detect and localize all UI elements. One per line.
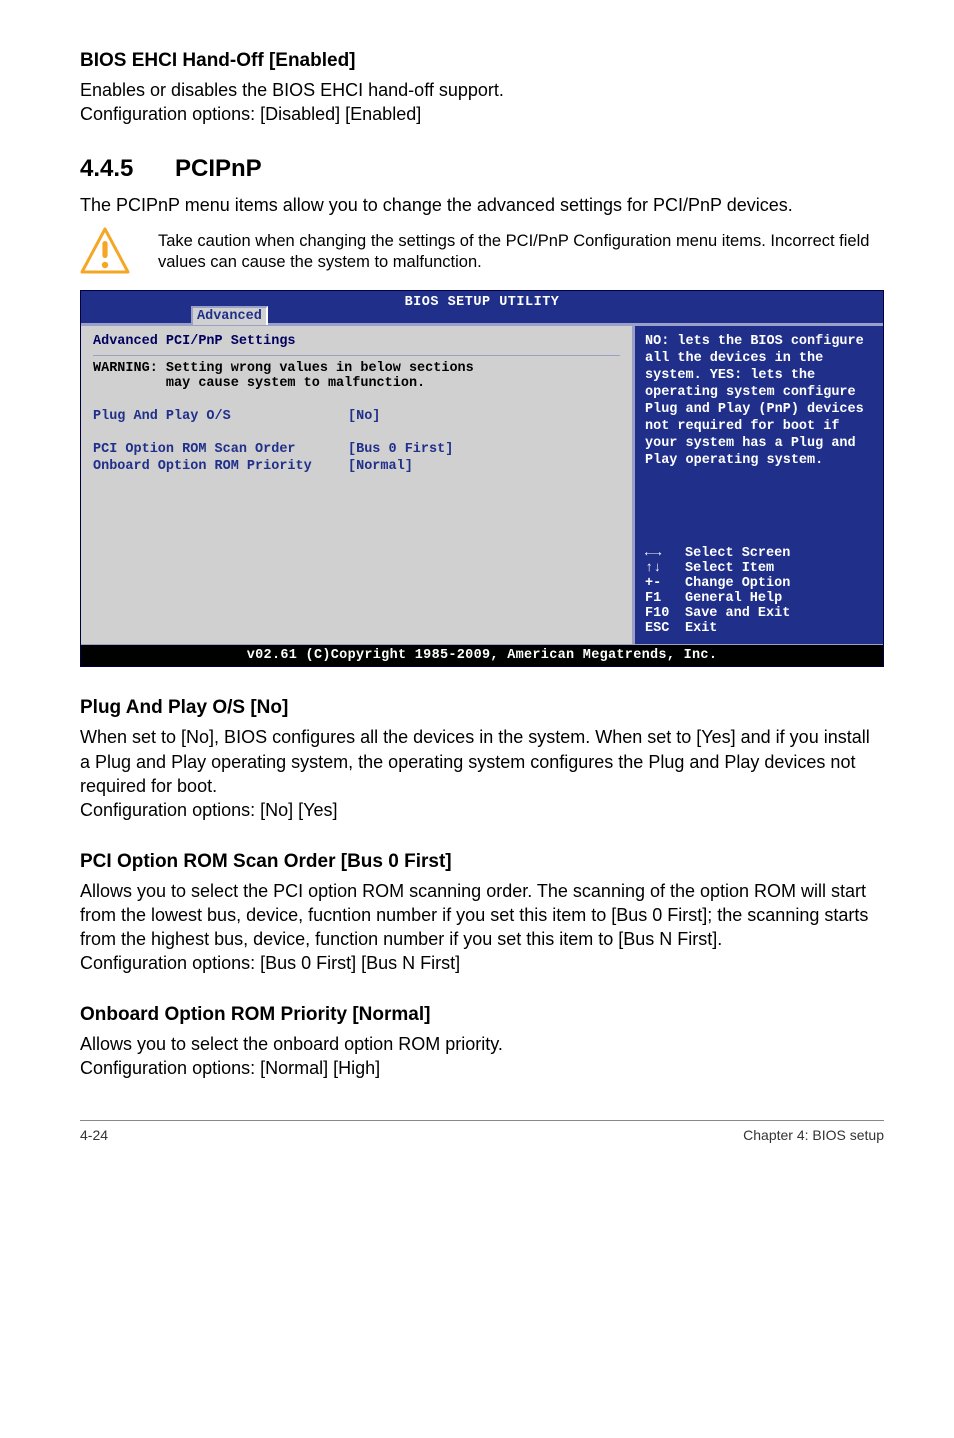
text-line: WARNING: Setting wrong values in below s… xyxy=(93,361,474,376)
bios-right-pane: NO: lets the BIOS configure all the devi… xyxy=(633,326,883,644)
heading-scan-order: PCI Option ROM Scan Order [Bus 0 First] xyxy=(80,851,884,873)
text-line: When set to [No], BIOS configures all th… xyxy=(80,727,870,796)
heading-plug-play: Plug And Play O/S [No] xyxy=(80,697,884,719)
bios-entry-value: [Bus 0 First] xyxy=(348,442,453,457)
nav-label: Change Option xyxy=(685,576,790,591)
bios-tabs: Advanced xyxy=(81,310,883,324)
heading-onboard-rom: Onboard Option ROM Priority [Normal] xyxy=(80,1004,884,1026)
text-line: Configuration options: [Bus 0 First] [Bu… xyxy=(80,953,460,973)
nav-label: General Help xyxy=(685,591,782,606)
nav-key: F1 xyxy=(645,591,685,606)
nav-key: ESC xyxy=(645,621,685,636)
section-title: PCIPnP xyxy=(175,155,262,183)
bios-tab-advanced: Advanced xyxy=(191,306,268,325)
text-line: Configuration options: [Disabled] [Enabl… xyxy=(80,104,421,124)
body-text: Enables or disables the BIOS EHCI hand-o… xyxy=(80,78,884,127)
nav-key: F10 xyxy=(645,606,685,621)
bios-entry: Onboard Option ROM Priority [Normal] xyxy=(93,459,620,474)
page-footer: 4-24 Chapter 4: BIOS setup xyxy=(80,1120,884,1143)
text-line: Allows you to select the PCI option ROM … xyxy=(80,881,868,950)
body-text: When set to [No], BIOS configures all th… xyxy=(80,725,884,822)
body-text: Allows you to select the onboard option … xyxy=(80,1032,884,1081)
nav-label: Select Item xyxy=(685,561,774,576)
page-number: 4-24 xyxy=(80,1127,108,1143)
bios-nav-help: ←→Select Screen ↑↓Select Item +-Change O… xyxy=(645,546,873,636)
bios-screenshot: BIOS SETUP UTILITY Advanced Advanced PCI… xyxy=(80,290,884,668)
bios-left-pane: Advanced PCI/PnP Settings WARNING: Setti… xyxy=(81,326,633,644)
text-line: Configuration options: [Normal] [High] xyxy=(80,1058,380,1078)
bios-footer: v02.61 (C)Copyright 1985-2009, American … xyxy=(81,644,883,666)
bios-entry-label: PCI Option ROM Scan Order xyxy=(93,442,348,457)
bios-help-text: NO: lets the BIOS configure all the devi… xyxy=(645,334,873,469)
bios-entry: PCI Option ROM Scan Order [Bus 0 First] xyxy=(93,442,620,457)
text-line: Allows you to select the onboard option … xyxy=(80,1034,503,1054)
body-text: The PCIPnP menu items allow you to chang… xyxy=(80,193,884,217)
nav-key: +- xyxy=(645,576,685,591)
section-number: 4.4.5 xyxy=(80,155,175,183)
bios-pane-heading: Advanced PCI/PnP Settings xyxy=(93,334,620,349)
text-line: may cause system to malfunction. xyxy=(93,376,425,391)
nav-key: ↑↓ xyxy=(645,561,685,576)
caution-icon xyxy=(80,227,130,282)
nav-label: Exit xyxy=(685,621,717,636)
nav-label: Save and Exit xyxy=(685,606,790,621)
body-text: Allows you to select the PCI option ROM … xyxy=(80,879,884,976)
bios-entry-label: Onboard Option ROM Priority xyxy=(93,459,348,474)
nav-label: Select Screen xyxy=(685,546,790,561)
text-line: Configuration options: [No] [Yes] xyxy=(80,800,338,820)
text-line: Enables or disables the BIOS EHCI hand-o… xyxy=(80,80,504,100)
section-heading: 4.4.5 PCIPnP xyxy=(80,155,884,183)
bios-warning: WARNING: Setting wrong values in below s… xyxy=(93,361,620,391)
chapter-label: Chapter 4: BIOS setup xyxy=(743,1127,884,1143)
caution-text: Take caution when changing the settings … xyxy=(158,227,884,274)
bios-entry: Plug And Play O/S [No] xyxy=(93,409,620,424)
bios-entry-value: [Normal] xyxy=(348,459,413,474)
nav-key: ←→ xyxy=(645,546,685,561)
bios-entry-label: Plug And Play O/S xyxy=(93,409,348,424)
caution-block: Take caution when changing the settings … xyxy=(80,227,884,282)
bios-entry-value: [No] xyxy=(348,409,380,424)
heading-bios-ehci: BIOS EHCI Hand-Off [Enabled] xyxy=(80,50,884,72)
